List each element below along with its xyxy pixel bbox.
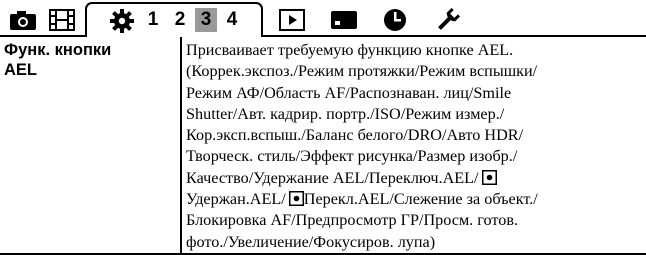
description-line: Присваивает требуемую функцию кнопке AEL… <box>186 41 514 59</box>
spot-ael-icon <box>288 191 304 207</box>
active-tab-gap <box>87 35 261 37</box>
page-number-2[interactable]: 2 <box>169 8 191 32</box>
camera-icon[interactable] <box>10 10 36 30</box>
wrench-icon[interactable] <box>436 8 460 32</box>
movie-icon[interactable] <box>49 9 75 31</box>
spot-ael-icon <box>481 169 497 185</box>
page-number-1[interactable]: 1 <box>142 8 164 32</box>
description-line: Удержан.AEL/Перекл.AEL/Слежение за объек… <box>186 189 644 210</box>
description-line: Блокировка AF/Предпросмотр ГР/Просм. гот… <box>186 211 519 230</box>
setting-name-line1: Функ. кнопки <box>4 41 112 59</box>
description-line: Кор.эксп.вспыш./Баланс белого/DRO/Авто H… <box>186 126 524 145</box>
description-line: Творческ. стиль/Эффект рисунка/Размер из… <box>186 147 518 166</box>
description-text: Перекл.AEL/Слежение за объект./ <box>303 190 538 209</box>
network-icon[interactable] <box>331 11 357 29</box>
description-line: фото./Увеличение/Фокусиров. лупа) <box>186 232 436 251</box>
setting-name-line2: AEL <box>4 61 37 79</box>
setting-description-cell: Присваивает требуемую функцию кнопке AEL… <box>186 40 644 253</box>
settings-tab-bar: 1 2 3 4 <box>0 0 646 37</box>
page-number-3-selected[interactable]: 3 <box>195 8 217 32</box>
clock-icon[interactable] <box>383 8 407 32</box>
setting-name-cell: Функ. кнопки AEL <box>4 40 176 80</box>
description-line: Режим АФ/Область AF/Распознаван. лиц/Smi… <box>186 83 512 102</box>
description-line: Shutter/Авт. кадрир. портр./ISO/Режим из… <box>186 104 505 123</box>
tab-custom-settings[interactable]: 1 2 3 4 <box>85 2 263 36</box>
column-divider <box>180 37 182 255</box>
description-text: Качество/Удержание AEL/Переключ.AEL/ <box>186 168 479 187</box>
gear-icon <box>110 9 134 33</box>
description-line: Качество/Удержание AEL/Переключ.AEL/ <box>186 168 644 189</box>
description-line: (Коррек.экспоз./Режим протяжки/Режим всп… <box>186 62 538 81</box>
description-text: Удержан.AEL/ <box>186 190 286 209</box>
playback-icon[interactable] <box>279 9 305 31</box>
page-number-4[interactable]: 4 <box>221 8 243 32</box>
